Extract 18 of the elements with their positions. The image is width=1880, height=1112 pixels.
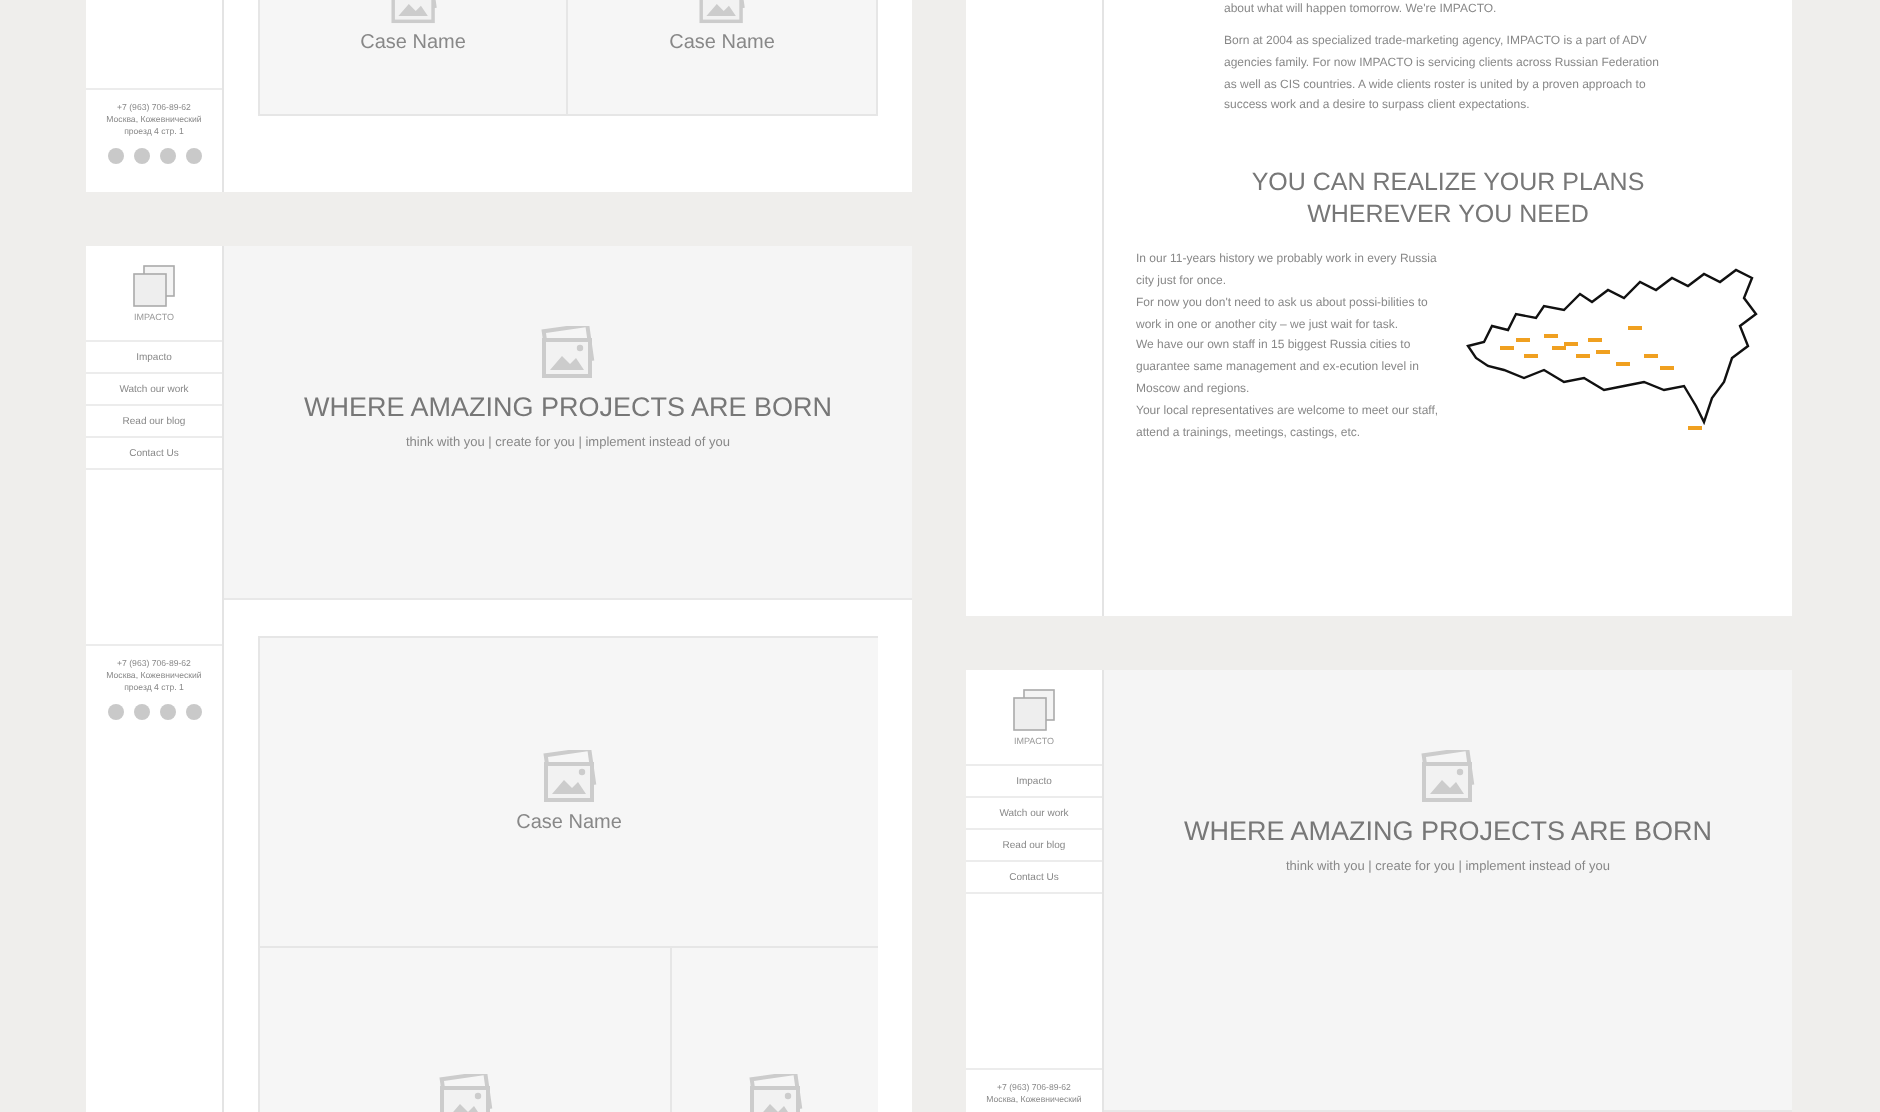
image-placeholder-icon <box>435 1074 495 1112</box>
case-name: Case Name <box>360 32 466 54</box>
case-tile[interactable]: Case Name <box>260 638 878 948</box>
case-tile[interactable] <box>260 948 672 1112</box>
case-tile[interactable]: Case Name <box>568 0 876 114</box>
image-placeholder-icon <box>1418 750 1478 804</box>
hero-title: WHERE AMAZING PROJECTS ARE BORN <box>303 392 833 422</box>
case-tile[interactable] <box>672 948 878 1112</box>
case-name: Case Name <box>516 812 622 834</box>
section-heading: YOU CAN REALIZE YOUR PLANS WHEREVER YOU NEED <box>1249 166 1647 231</box>
logo-icon <box>1010 688 1058 732</box>
image-placeholder-icon <box>539 750 599 804</box>
case-tile[interactable]: Case Name <box>260 0 568 114</box>
image-placeholder-icon <box>538 326 598 380</box>
hero-title: WHERE AMAZING PROJECTS ARE BORN <box>1183 816 1713 846</box>
case-name: Case Name <box>669 32 775 54</box>
image-placeholder-icon <box>745 1074 805 1112</box>
logo-icon <box>130 264 178 308</box>
